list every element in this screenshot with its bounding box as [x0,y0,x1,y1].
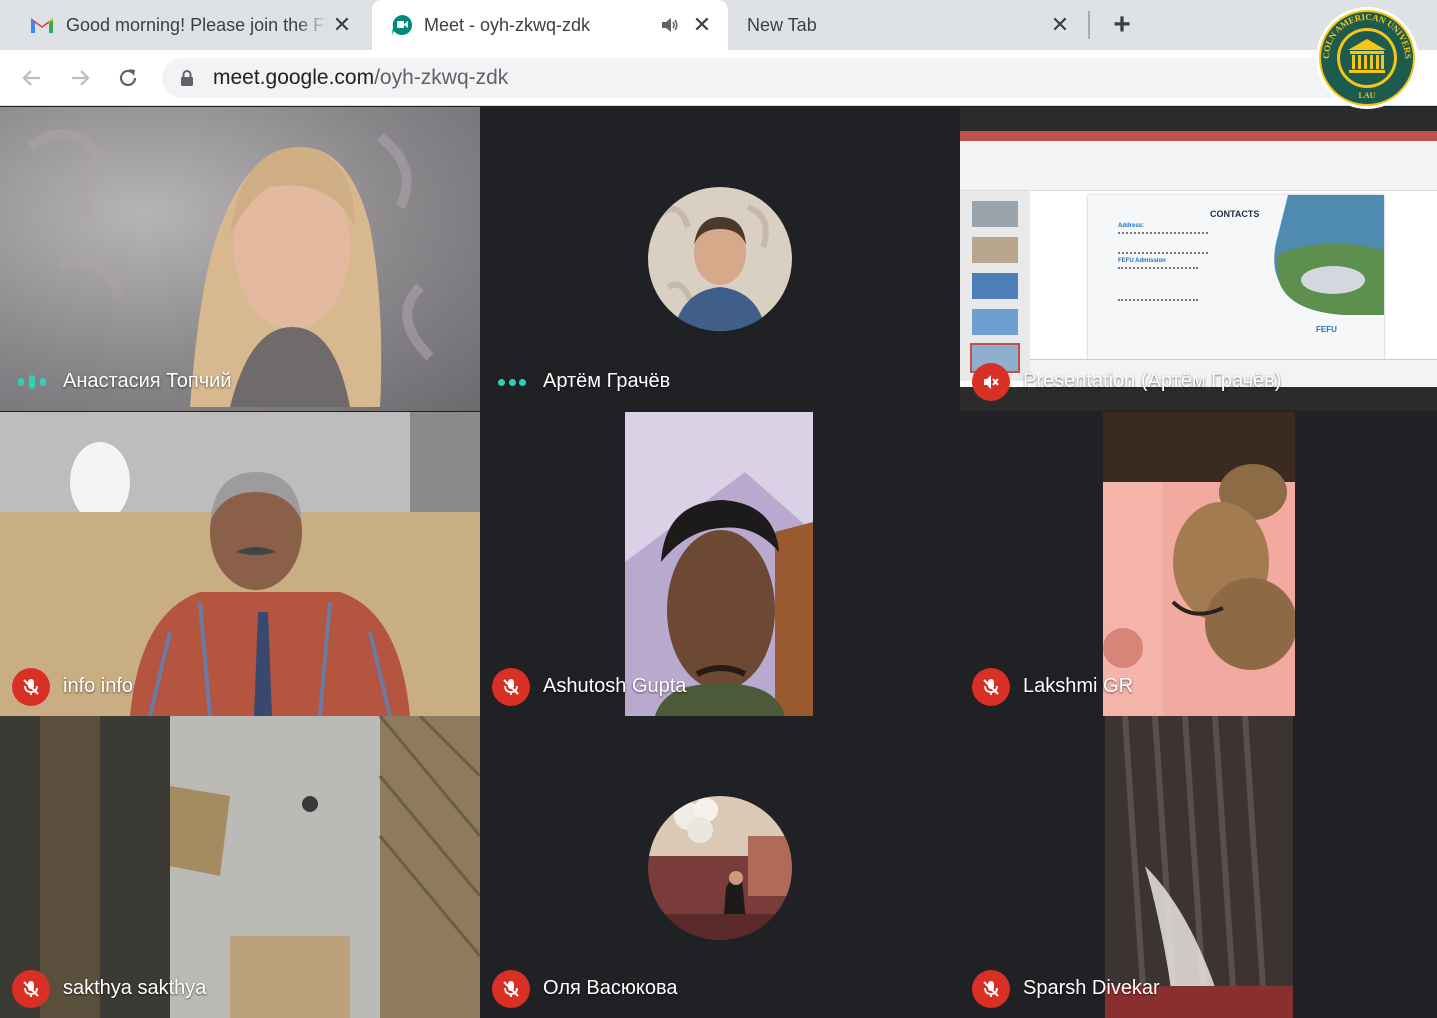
current-slide: CONTACTS Address: FEFU Admission FEFU [1088,195,1384,361]
video-frame [1103,412,1295,716]
participant-tile[interactable]: sakthya sakthya [0,716,480,1018]
participant-video [0,716,480,1018]
participant-name: Анастасия Топчий [63,370,232,392]
video-frame [0,412,480,716]
new-tab-button[interactable]: + [1106,8,1138,41]
mic-off-icon [12,668,50,706]
ppt-titlebar [960,131,1437,141]
tab-meet[interactable]: Meet - oyh-zkwq-zdk ✕ [372,0,728,50]
participant-name: Ashutosh Gupta [543,675,687,697]
mic-off-icon [492,668,530,706]
participant-video [0,107,480,411]
participant-tile[interactable]: CONTACTS Address: FEFU Admission FEFU Pr… [960,107,1437,411]
forward-arrow-icon [72,70,90,86]
tab-new-tab[interactable]: New Tab ✕ [730,0,1086,50]
address-bar[interactable]: meet.google.com/oyh-zkwq-zdk [162,58,1352,98]
participant-video [1105,716,1293,1018]
reload-button[interactable] [110,60,146,96]
presentation-screen: CONTACTS Address: FEFU Admission FEFU [960,131,1437,387]
slide-admission-label: FEFU Admission [1118,258,1166,264]
tab-title: Meet - oyh-zkwq-zdk [424,14,591,35]
avatar [648,187,792,331]
campus-photo [1274,195,1384,315]
participant-tile[interactable]: Оля Васюкова [480,716,960,1018]
participant-tile[interactable]: Lakshmi GR [960,412,1437,716]
mic-off-icon [972,668,1010,706]
participant-name: sakthya sakthya [63,977,207,999]
mic-off-icon [492,970,530,1008]
participant-name: Sparsh Divekar [1023,977,1160,999]
video-frame [1105,716,1293,1018]
participant-name: Оля Васюкова [543,977,678,999]
tab-gmail[interactable]: Good morning! Please join the FEFU ✕ [18,0,368,50]
browser-toolbar: meet.google.com/oyh-zkwq-zdk [0,50,1437,106]
participant-grid: Анастасия Топчий Артём Грачёв CONTACTS A… [0,107,1437,1018]
meet-icon [392,15,412,35]
participant-video [625,412,813,716]
close-tab-icon[interactable]: ✕ [690,12,714,37]
forward-button[interactable] [62,60,98,96]
tab-title: New Tab [747,14,817,35]
reload-icon [119,69,137,87]
url-host: meet.google.com [213,66,375,89]
video-frame [0,716,480,1018]
participant-tile[interactable]: info info [0,412,480,716]
participant-tile[interactable]: Анастасия Топчий [0,107,480,411]
lock-icon[interactable] [180,69,194,87]
speaker-icon[interactable] [660,16,680,34]
participant-name: info info [63,675,134,697]
slide-address-label: Address: [1118,223,1145,229]
slide-thumbnails [960,191,1030,381]
gmail-icon [31,18,53,33]
participant-tile[interactable]: Артём Грачёв [480,107,960,411]
tab-title: Good morning! Please join the FEFU [66,14,328,35]
activity-dots-icon [498,378,526,386]
participant-tile[interactable]: Sparsh Divekar [960,716,1437,1018]
participant-name: Presentation (Артём Грачёв) [1023,370,1282,392]
speaking-indicator [18,375,46,389]
back-button[interactable] [14,60,50,96]
ppt-ribbon [960,141,1437,191]
back-arrow-icon [22,70,40,86]
participant-name: Артём Грачёв [543,370,671,392]
close-tab-icon[interactable]: ✕ [1048,12,1072,37]
avatar-image [648,187,792,331]
mic-off-icon [972,970,1010,1008]
participant-video [0,412,480,716]
avatar [648,796,792,940]
mic-off-icon [12,970,50,1008]
participant-name: Lakshmi GR [1023,675,1134,697]
video-frame [625,412,813,716]
avatar-image [648,796,792,940]
svg-text:LAU: LAU [1359,91,1376,100]
participant-video [1103,412,1295,716]
url-path: /oyh-zkwq-zdk [374,66,509,89]
participant-tile[interactable]: Ashutosh Gupta [480,412,960,716]
tab-strip: Good morning! Please join the FEFU ✕ Mee… [0,0,1437,50]
close-tab-icon[interactable]: ✕ [330,12,354,37]
video-frame [27,129,434,407]
tab-separator [1088,11,1090,39]
url-text: meet.google.com/oyh-zkwq-zdk [213,66,508,90]
mic-off-icon [972,363,1010,401]
university-logo: LINCOLN AMERICAN UNIVERSITY LAU [1315,6,1418,109]
